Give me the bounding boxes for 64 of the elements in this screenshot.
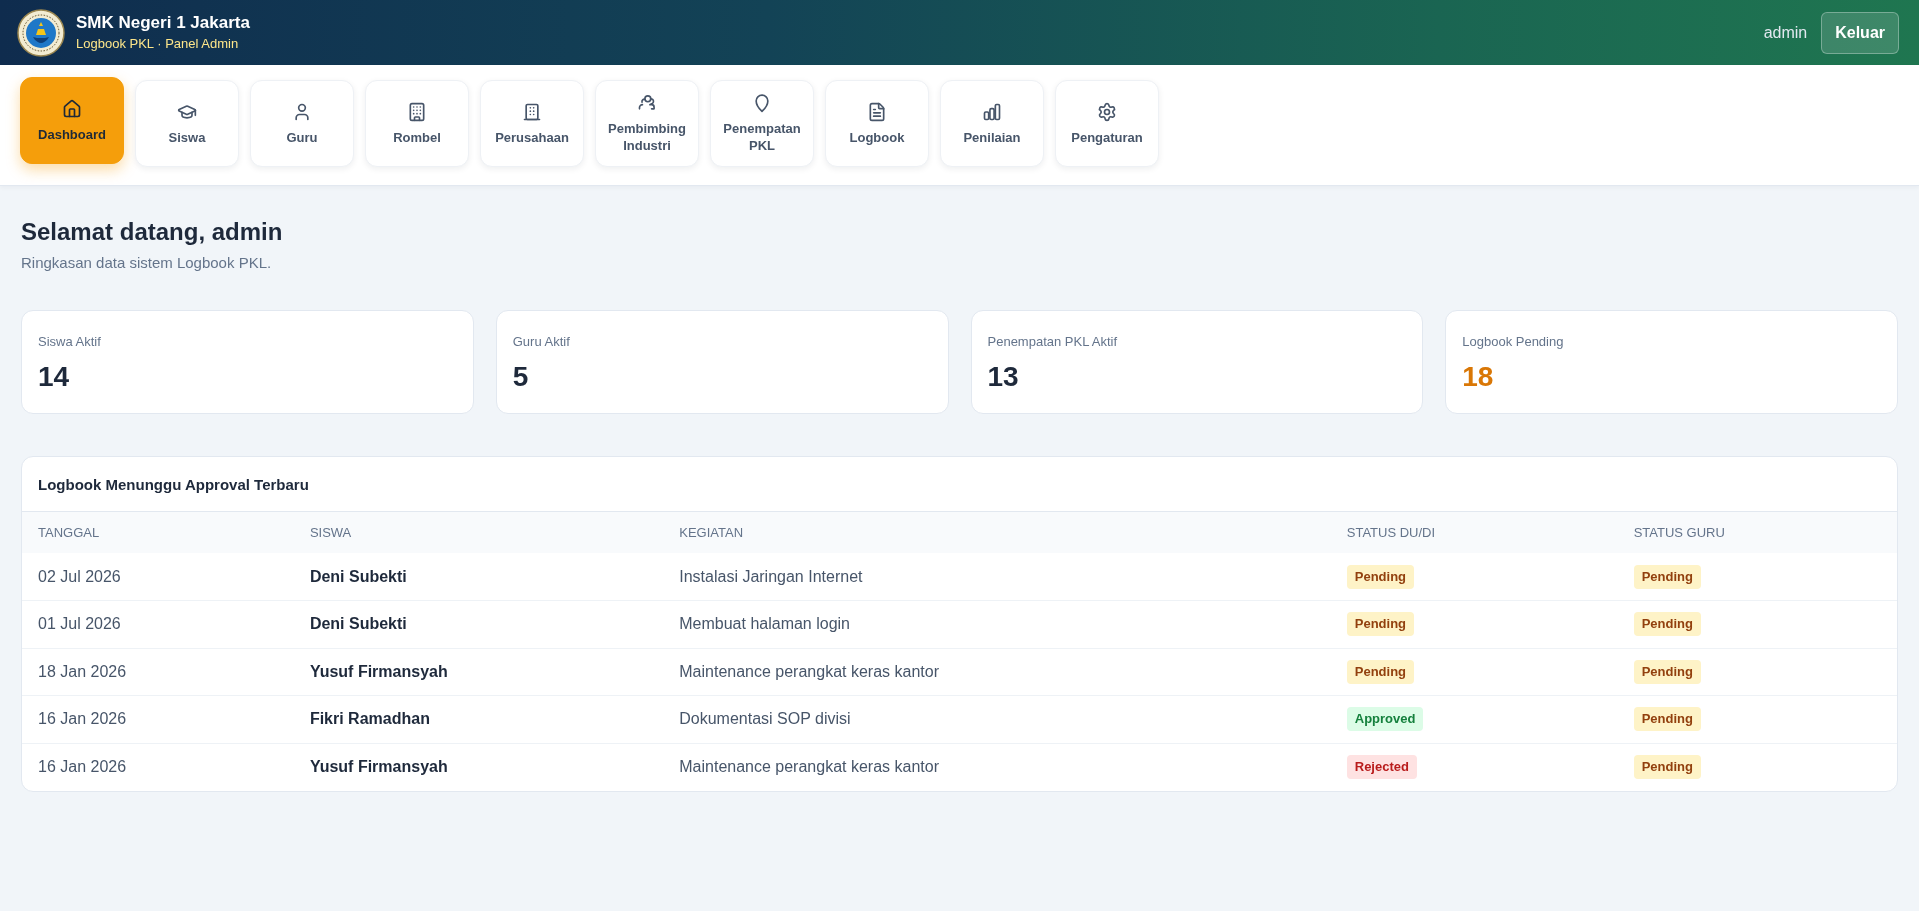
table-cell: Deni Subekti (293, 600, 664, 648)
settings-icon (1097, 101, 1117, 122)
status-badge: Pending (1346, 612, 1415, 637)
stat-value: 13 (987, 360, 1020, 394)
stat-label: Guru Aktif (512, 333, 571, 351)
welcome-subtitle: Ringkasan data sistem Logbook PKL. (21, 253, 273, 273)
table-cell: 01 Jul 2026 (22, 600, 294, 648)
document-icon (867, 101, 887, 122)
table-cell: Maintenance perangkat keras kantor (663, 648, 1331, 696)
stat-value: 18 (1462, 360, 1495, 394)
building-icon (522, 101, 542, 122)
table-cell: Fikri Ramadhan (293, 695, 664, 743)
nav-tab[interactable]: Guru (250, 80, 354, 167)
pin-icon (752, 93, 772, 113)
column-header: SISWA (293, 512, 664, 553)
table-cell: Dokumentasi SOP divisi (663, 695, 1331, 743)
app-subtitle: Logbook PKL · Panel Admin (76, 36, 240, 52)
table-cell: 18 Jan 2026 (22, 648, 294, 696)
nav-tab[interactable]: Pengaturan (1055, 80, 1159, 167)
column-header: STATUS GURU (1617, 512, 1897, 553)
table-cell: Deni Subekti (293, 553, 664, 601)
status-badge: Pending (1633, 659, 1701, 684)
nav-tab[interactable]: Logbook (825, 80, 929, 167)
table-cell: Yusuf Firmansyah (293, 648, 664, 696)
school-emblem-icon (17, 8, 65, 57)
status-badge: Pending (1346, 659, 1415, 684)
table-cell: Instalasi Jaringan Internet (663, 553, 1331, 601)
user-icon (292, 101, 312, 122)
people-icon (637, 93, 657, 113)
nav-tab[interactable]: Siswa (135, 80, 239, 167)
status-badge: Pending (1633, 564, 1701, 589)
status-badge: Pending (1346, 564, 1415, 589)
status-badge: Pending (1633, 707, 1701, 732)
nav-tab[interactable]: Pembimbing Industri (595, 80, 699, 167)
stat-label: Penempatan PKL Aktif (987, 333, 1119, 351)
table-cell: Yusuf Firmansyah (293, 743, 664, 791)
status-badge: Rejected (1346, 755, 1417, 779)
user-name: admin (1763, 23, 1808, 42)
status-badge: Approved (1346, 707, 1424, 732)
column-header: STATUS DU/DI (1330, 512, 1618, 553)
bar-chart-icon (982, 101, 1002, 122)
nav-tab[interactable]: Penempatan PKL (710, 80, 814, 167)
building-icon (407, 101, 427, 122)
table-cell: Maintenance perangkat keras kantor (663, 743, 1331, 791)
stat-value: 5 (512, 360, 530, 394)
table-cell: 02 Jul 2026 (22, 553, 294, 601)
logout-button[interactable]: Keluar (1821, 11, 1899, 54)
table-cell: 16 Jan 2026 (22, 743, 294, 791)
table-cell: Membuat halaman login (663, 600, 1331, 648)
stat-value: 14 (38, 360, 71, 394)
table-cell: 16 Jan 2026 (22, 695, 294, 743)
column-header: KEGIATAN (663, 512, 1331, 553)
status-badge: Pending (1633, 755, 1701, 779)
status-badge: Pending (1633, 612, 1701, 637)
nav-tab[interactable]: Penilaian (940, 80, 1044, 167)
app-title: SMK Negeri 1 Jakarta (76, 13, 250, 33)
welcome-heading: Selamat datang, admin (21, 217, 284, 247)
stat-label: Logbook Pending (1462, 333, 1565, 351)
stat-label: Siswa Aktif (38, 333, 102, 351)
house-icon (62, 98, 82, 119)
column-header: TANGGAL (22, 512, 294, 553)
nav-tab[interactable]: Perusahaan (480, 80, 584, 167)
nav-tab[interactable]: Dashboard (20, 77, 124, 164)
nav-tab[interactable]: Rombel (365, 80, 469, 167)
